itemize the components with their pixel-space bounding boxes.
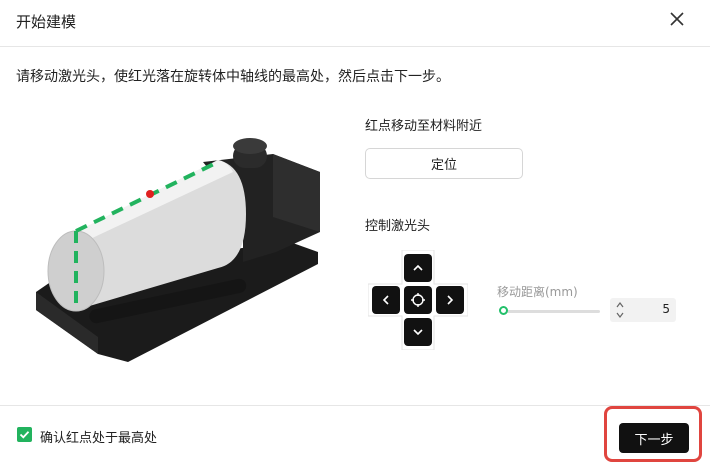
confirm-checkbox-label: 确认红点处于最高处 xyxy=(40,431,158,446)
footer-divider xyxy=(0,405,710,406)
distance-label: 移动距离(mm) xyxy=(497,285,578,299)
arrow-up-icon xyxy=(413,264,423,271)
move-right-button[interactable] xyxy=(436,286,464,314)
control-section-label: 控制激光头 xyxy=(365,219,431,234)
check-icon xyxy=(19,431,30,439)
distance-value[interactable]: 5 xyxy=(662,302,670,316)
dialog-title: 开始建模 xyxy=(16,13,77,31)
home-button[interactable] xyxy=(404,286,432,314)
stepper-down-icon[interactable] xyxy=(615,311,625,319)
dialog-header: 开始建模 xyxy=(0,0,710,47)
instruction-text: 请移动激光头，使红光落在旋转体中轴线的最高处，然后点击下一步。 xyxy=(16,69,450,85)
move-up-button[interactable] xyxy=(404,254,432,282)
arrow-right-icon xyxy=(447,295,454,305)
home-icon xyxy=(411,293,425,307)
move-left-button[interactable] xyxy=(372,286,400,314)
confirm-checkbox[interactable] xyxy=(17,427,32,442)
move-down-button[interactable] xyxy=(404,318,432,346)
locate-section-label: 红点移动至材料附近 xyxy=(365,119,483,134)
locate-button[interactable]: 定位 xyxy=(365,148,523,179)
slider-thumb[interactable] xyxy=(499,306,508,315)
rotary-device-illustration xyxy=(36,138,320,362)
stepper-up-icon[interactable] xyxy=(615,301,625,309)
next-step-button[interactable]: 下一步 xyxy=(619,423,689,453)
distance-stepper[interactable]: 5 xyxy=(610,298,676,322)
close-icon[interactable] xyxy=(668,10,686,28)
distance-slider[interactable] xyxy=(499,306,600,315)
arrow-down-icon xyxy=(413,329,423,336)
arrow-left-icon xyxy=(382,295,389,305)
